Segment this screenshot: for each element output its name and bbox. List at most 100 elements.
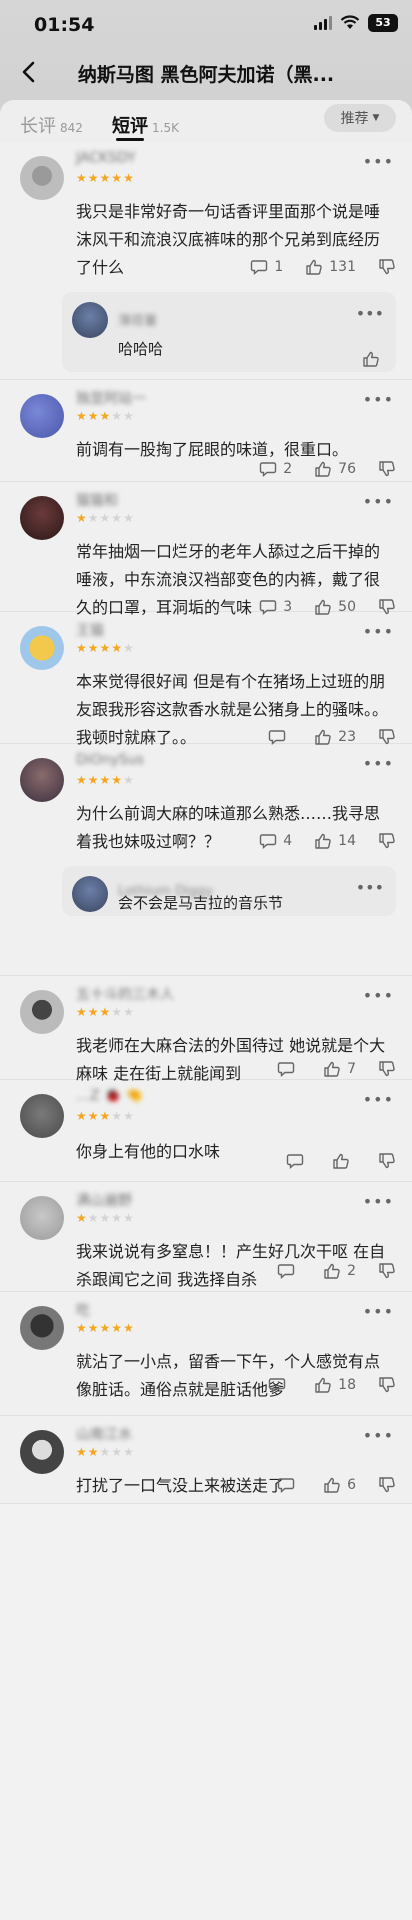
like-button[interactable]: 6 [323,1476,356,1494]
comment-username[interactable]: 五十斗的三木人 [76,984,174,1004]
reply-button[interactable] [268,729,292,745]
dislike-button[interactable] [378,258,396,276]
rating-stars: ★ ★ ★ ★ ★ [76,172,134,184]
comment-username[interactable]: 猫猫和 [76,490,118,510]
rating-stars: ★ ★ ★ ★ ★ [76,1212,134,1224]
battery-icon: 53 [368,14,398,32]
avatar[interactable] [20,626,64,670]
like-count: 76 [338,461,356,477]
reply-username[interactable]: 薄荷薯 [118,310,157,329]
comment-username[interactable]: …Z 🐞 🤏 [76,1088,143,1104]
comment-username[interactable]: 满山遍野 [76,1190,132,1210]
avatar[interactable] [20,1306,64,1350]
reply-button[interactable] [277,1477,301,1493]
tab-short-reviews[interactable]: 短评 1.5K [112,112,179,138]
star-icon: ★ [111,1109,123,1123]
more-options-icon[interactable]: ••• [363,390,394,409]
reply-like-button[interactable] [362,350,380,372]
dislike-button[interactable] [378,1060,396,1078]
more-options-icon[interactable]: ••• [363,1192,394,1211]
comment-item: 猫猫和 ★ ★ ★ ★ ★ ••• 常年抽烟一口烂牙的老年人舔过之后干掉的唾液，中东流浪汉裆部… [0,482,412,617]
like-button[interactable]: 7 [323,1060,356,1078]
star-icon: ★ [99,1445,111,1459]
star-icon: ★ [111,641,123,655]
reply-box[interactable]: Lothium Diggy ••• 会不会是马吉拉的音乐节 [62,866,396,916]
more-options-icon[interactable]: ••• [363,152,394,171]
comment-icon [251,260,268,275]
status-bar: 01:54 53 [0,0,412,48]
like-button[interactable]: 14 [314,832,356,850]
sort-label: 推荐 [340,111,369,127]
like-button[interactable] [332,1152,356,1170]
dislike-button[interactable] [378,1262,396,1280]
reply-button[interactable] [268,1377,292,1393]
more-options-icon[interactable]: ••• [363,754,394,773]
avatar[interactable] [20,1430,64,1474]
dislike-button[interactable] [378,460,396,478]
more-options-icon[interactable]: ••• [363,1090,394,1109]
like-button[interactable]: 131 [305,258,356,276]
dislike-button[interactable] [378,1152,396,1170]
star-icon: ★ [87,1005,99,1019]
header: 01:54 53 纳斯马图 黑色阿夫加诺（黑... 长评 842 短评 1.5K [0,0,412,142]
reply-button[interactable] [286,1153,310,1169]
thumbs-up-icon [315,461,331,477]
like-button[interactable]: 2 [323,1262,356,1280]
more-options-icon[interactable]: ••• [363,1302,394,1321]
reply-count: 1 [274,259,284,275]
more-options-icon[interactable]: ••• [363,492,394,511]
avatar[interactable] [20,1196,64,1240]
star-icon: ★ [87,1211,99,1225]
dislike-button[interactable] [378,1476,396,1494]
avatar[interactable] [20,758,64,802]
star-icon: ★ [76,773,87,787]
star-icon: ★ [123,1321,134,1335]
reply-button[interactable]: 4 [259,833,292,849]
more-options-icon[interactable]: ••• [363,622,394,641]
avatar[interactable] [72,302,108,338]
comment-username[interactable]: 山南江水 [76,1424,132,1444]
more-options-icon[interactable]: ••• [363,1426,394,1445]
more-options-icon[interactable]: ••• [363,986,394,1005]
thumbs-down-icon [379,1377,395,1393]
reply-box[interactable]: 薄荷薯 ••• 哈哈哈 [62,292,396,372]
avatar[interactable] [20,990,64,1034]
like-count: 14 [338,833,356,849]
star-icon: ★ [87,773,99,787]
avatar[interactable] [20,394,64,438]
tab-long-reviews[interactable]: 长评 842 [20,112,83,138]
more-options-icon[interactable]: ••• [356,878,384,897]
comment-username[interactable]: 独显阿站一 [76,388,146,408]
chevron-down-icon: ▼ [372,113,380,123]
star-icon: ★ [76,409,87,423]
reply-button[interactable]: 2 [259,461,292,477]
star-icon: ★ [76,1321,87,1335]
reply-button[interactable] [277,1061,301,1077]
dislike-button[interactable] [378,832,396,850]
star-icon: ★ [123,641,134,655]
reply-button[interactable]: 1 [250,259,283,275]
comment-username[interactable]: 王猫 [76,620,104,640]
comment-username[interactable]: 吃 [76,1300,90,1320]
like-count: 131 [329,259,356,275]
reply-count: 2 [283,461,293,477]
thumbs-down-icon [379,461,395,477]
reply-button[interactable] [277,1263,301,1279]
sort-button[interactable]: 推荐 ▼ [324,104,396,132]
comment-actions: 6 [277,1476,396,1494]
comment-username[interactable]: DiOnySus [76,752,144,768]
comment-icon [277,1264,295,1279]
avatar[interactable] [20,496,64,540]
more-options-icon[interactable]: ••• [356,304,384,323]
comment-username[interactable]: JACKSDY [76,150,136,166]
avatar[interactable] [20,156,64,200]
like-button[interactable]: 18 [314,1376,356,1394]
avatar[interactable] [20,1094,64,1138]
nav-bar: 纳斯马图 黑色阿夫加诺（黑... [0,54,412,94]
dislike-button[interactable] [378,1376,396,1394]
like-button[interactable]: 76 [314,460,356,478]
star-icon: ★ [111,511,123,525]
star-icon: ★ [123,773,134,787]
like-count: 7 [347,1061,356,1077]
avatar[interactable] [72,876,108,912]
